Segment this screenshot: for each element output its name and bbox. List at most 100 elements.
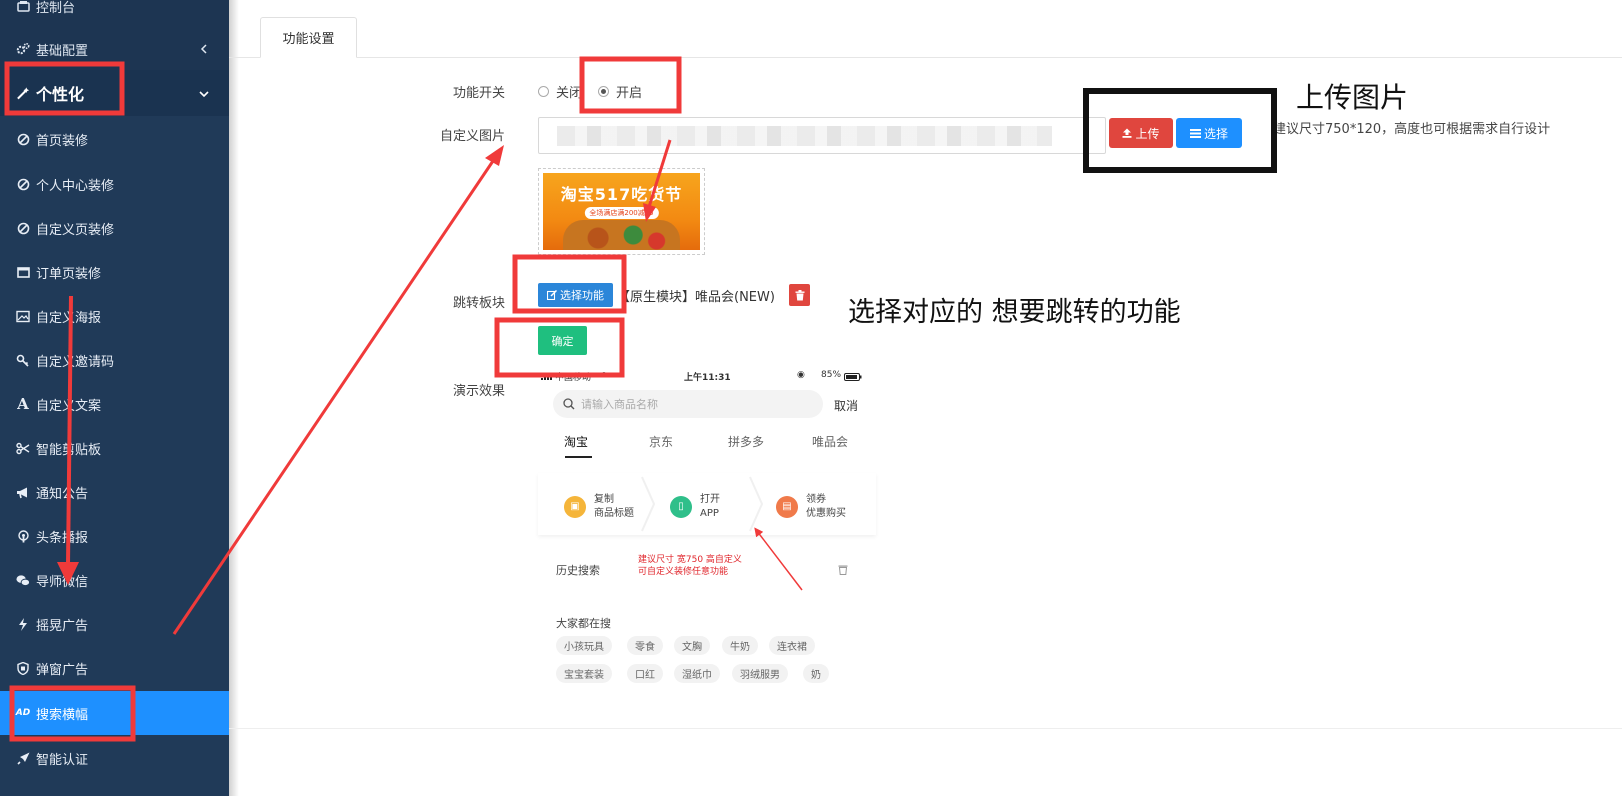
phone-tab-pdd[interactable]: 拼多多 (728, 433, 764, 450)
sidebar-item-label: 自定义页装修 (36, 222, 115, 238)
choose-button[interactable]: 选择 (1176, 118, 1242, 148)
delete-button[interactable] (789, 284, 810, 306)
radio-on[interactable]: 开启 (598, 82, 647, 101)
trash-icon[interactable] (838, 564, 848, 575)
upload-button[interactable]: 上传 (1109, 118, 1173, 148)
hot-chip[interactable]: 零食 (627, 636, 663, 655)
sidebar-item-label: 订单页装修 (36, 266, 102, 282)
image-label: 自定义图片 (439, 129, 505, 144)
annotation-choose-function: 选择对应的 想要跳转的功能 (848, 297, 1181, 328)
hot-chip[interactable]: 小孩玩具 (556, 636, 612, 655)
sidebar-item-label: 搜索横幅 (36, 707, 89, 723)
battery-icon (844, 373, 862, 384)
sidebar-item-label: 智能认证 (36, 752, 89, 768)
sidebar-item-smart-verify[interactable]: 智能认证 (0, 736, 229, 780)
no-slash-icon (16, 177, 30, 191)
edit-icon (547, 290, 557, 300)
confirm-button[interactable]: 确定 (538, 326, 587, 355)
history-label: 历史搜索 (556, 564, 600, 577)
font-icon: A (17, 395, 29, 413)
banner-subtitle: 全场满店满200减15 (584, 207, 659, 219)
radio-off[interactable]: 关闭 (538, 82, 582, 101)
carrier: 中国移动 (555, 373, 592, 383)
size-note: 建议尺寸 宽750 高自定义 可自定义装修任意功能 (638, 554, 742, 578)
radio-off-circle[interactable] (538, 86, 549, 97)
sidebar-item-shake-ad[interactable]: 摇晃广告 (0, 602, 229, 646)
size-hint: 建议尺寸750*120，高度也可根据需求自行设计 (1273, 122, 1551, 137)
tab-function-settings[interactable]: 功能设置 (260, 17, 357, 58)
sidebar-item-dashboard[interactable]: 控制台 (0, 0, 229, 28)
hot-chip[interactable]: 连衣裙 (769, 636, 815, 655)
phone-status-bar: 中国移动 ◠ 上午11:31 ◉ 85% (538, 370, 876, 386)
sidebar-item-label: 智能剪贴板 (36, 442, 102, 458)
hot-chip[interactable]: 牛奶 (722, 636, 758, 655)
sidebar-item-basic-config[interactable]: 基础配置 (0, 28, 229, 70)
tab-bar (229, 57, 1622, 58)
sidebar-item-label: 自定义邀请码 (36, 354, 115, 370)
key-icon (16, 353, 30, 367)
sidebar-item-order-decor[interactable]: 订单页装修 (0, 250, 229, 294)
hot-chip[interactable]: 湿纸巾 (674, 664, 720, 683)
hot-chip[interactable]: 宝宝套装 (556, 664, 612, 683)
sidebar-item-notice[interactable]: 通知公告 (0, 470, 229, 514)
select-function-button[interactable]: 选择功能 (538, 283, 613, 307)
upload-icon (1122, 128, 1132, 138)
sidebar-item-label: 头条播报 (36, 530, 89, 546)
hot-chip[interactable]: 奶 (803, 664, 829, 683)
sidebar-item-custom-poster[interactable]: 自定义海报 (0, 294, 229, 338)
sidebar-group-personalize[interactable]: 个性化 (0, 70, 229, 116)
bullhorn-icon (16, 485, 30, 499)
no-slash-icon (16, 221, 30, 235)
rocket-icon (16, 751, 30, 765)
sidebar-item-label: 导师微信 (36, 574, 89, 590)
size-note-line1: 建议尺寸 宽750 高自定义 (638, 555, 742, 565)
hot-search-label: 大家都在搜 (556, 617, 611, 630)
sidebar-item-label: 摇晃广告 (36, 618, 89, 634)
sidebar-item-custom-page-decor[interactable]: 自定义页装修 (0, 206, 229, 250)
banner-title: 淘宝517吃货节 (560, 185, 683, 204)
sidebar-item-headline-broadcast[interactable]: 头条播报 (0, 514, 229, 558)
sidebar-item-popup-ad[interactable]: 弹窗广告 (0, 646, 229, 690)
banner-image: 淘宝517吃货节 全场满店满200减15 (543, 173, 700, 250)
sidebar-item-smart-clipboard[interactable]: 智能剪贴板 (0, 426, 229, 470)
demo-label: 演示效果 (452, 384, 505, 399)
phone-demo: 中国移动 ◠ 上午11:31 ◉ 85% 请输入商品名称 取消 淘宝 京东 拼多… (538, 370, 876, 690)
select-function-label: 选择功能 (560, 289, 604, 302)
phone-search-box[interactable]: 请输入商品名称 (553, 390, 823, 418)
hot-chip[interactable]: 文胸 (674, 636, 710, 655)
blurred-url-text (557, 126, 1052, 146)
image-icon (16, 309, 30, 323)
shield-icon (16, 661, 30, 675)
signal-icon (541, 373, 553, 383)
battery-percent: 85% (821, 370, 842, 380)
radio-on-label: 开启 (616, 86, 643, 101)
radio-on-circle[interactable] (598, 86, 609, 97)
phone-steps-card: ▣ 复制 商品标题 ▯ 打开 APP ▤ 领券 优惠购买 (538, 473, 876, 535)
sidebar-item-profile-decor[interactable]: 个人中心装修 (0, 162, 229, 206)
upload-button-label: 上传 (1135, 126, 1160, 141)
phone-tab-jd[interactable]: 京东 (649, 433, 673, 450)
dashboard-icon (16, 0, 30, 13)
no-slash-icon (16, 132, 30, 146)
sidebar-item-custom-copy[interactable]: A 自定义文案 (0, 382, 229, 426)
hot-chip[interactable]: 羽绒服男 (732, 664, 788, 683)
bolt-icon (16, 617, 30, 631)
phone-tab-vip[interactable]: 唯品会 (812, 433, 848, 450)
window-icon (16, 265, 30, 279)
image-url-input[interactable] (538, 117, 1106, 154)
phone-cancel[interactable]: 取消 (834, 397, 858, 414)
phone-tab-indicator (565, 456, 592, 458)
sidebar-item-mentor-wechat[interactable]: 导师微信 (0, 558, 229, 602)
sidebar-item-custom-invite-code[interactable]: 自定义邀请码 (0, 338, 229, 382)
phone-tab-taobao[interactable]: 淘宝 (564, 433, 588, 450)
annotation-upload-image: 上传图片 (1296, 81, 1409, 114)
jump-label: 跳转板块 (452, 296, 505, 311)
banner-goods-illustration (563, 220, 680, 250)
wifi-icon: ◠ (600, 371, 608, 381)
hot-chip[interactable]: 口红 (627, 664, 663, 683)
sidebar-shadow (229, 0, 239, 796)
switch-label: 功能开关 (452, 86, 505, 101)
sidebar-item-search-banner[interactable]: AD 搜索横幅 (0, 691, 229, 735)
sidebar-item-home-decor[interactable]: 首页装修 (0, 117, 229, 161)
form-footer-divider (229, 728, 1622, 729)
